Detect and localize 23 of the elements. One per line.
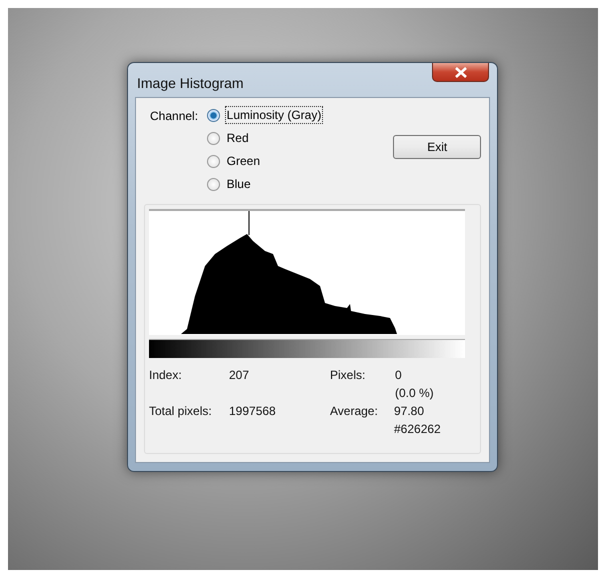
stat-value: 0 xyxy=(395,368,403,382)
radio-button[interactable] xyxy=(206,108,220,122)
stat-value: 207 xyxy=(229,368,250,382)
radio-label[interactable]: Blue xyxy=(224,175,253,193)
window-title: Image Histogram xyxy=(137,75,244,91)
radio-label[interactable]: Luminosity (Gray) xyxy=(224,106,324,124)
stat-label: Total pixels: xyxy=(149,404,213,420)
radio-label[interactable]: Green xyxy=(224,152,262,170)
channel-label: Channel: xyxy=(150,109,200,123)
radio-button[interactable] xyxy=(206,154,220,168)
stat-value: 97.80 xyxy=(394,404,426,418)
stat-value: #626262 xyxy=(394,422,441,436)
stat-value: (0.0 %) xyxy=(395,386,434,400)
radio-button[interactable] xyxy=(206,178,220,190)
stat-value: 1997568 xyxy=(229,404,276,418)
stat-label: Average: xyxy=(330,404,379,420)
close-icon xyxy=(454,66,466,78)
exit-button[interactable]: Exit xyxy=(393,135,481,159)
stat-label: Index: xyxy=(149,368,183,384)
stat-label: Pixels: xyxy=(330,368,366,384)
radio-button[interactable] xyxy=(206,132,220,144)
radio-label[interactable]: Red xyxy=(224,129,251,147)
close-button[interactable] xyxy=(432,63,489,82)
